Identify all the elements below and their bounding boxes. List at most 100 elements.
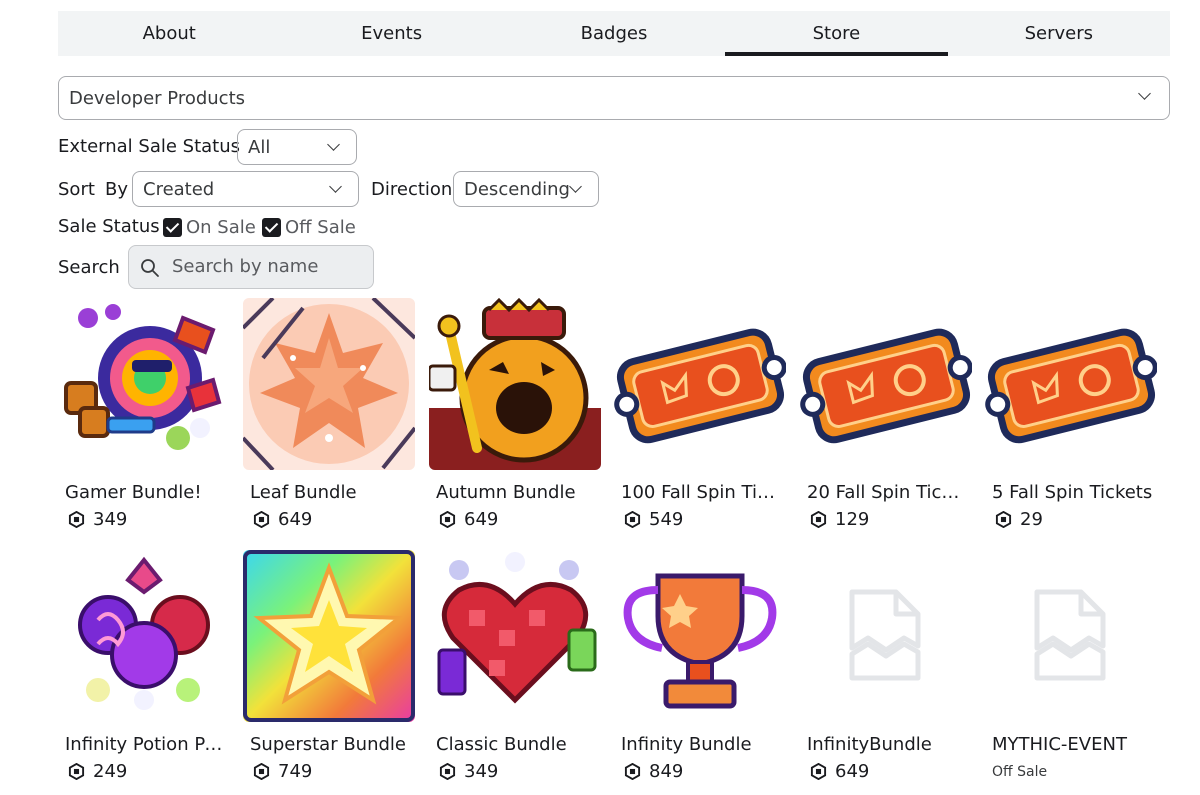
chevron-down-icon [569, 180, 582, 193]
item-name[interactable]: 20 Fall Spin Ticke… [807, 482, 969, 503]
price-value: 749 [278, 761, 313, 782]
placeholder-image-icon [1034, 589, 1106, 681]
potion-pack-icon [78, 556, 210, 710]
item-name[interactable]: Infinity Bundle [621, 734, 783, 755]
tab-label: Servers [1024, 23, 1094, 44]
item-name[interactable]: Leaf Bundle [250, 482, 412, 503]
chevron-down-icon [1138, 87, 1151, 100]
tab-label: About [142, 23, 196, 44]
on-sale-label[interactable]: On Sale [186, 217, 256, 238]
price-value: 349 [464, 761, 499, 782]
item-price: 349 [68, 509, 127, 530]
category-select[interactable]: Developer Products [58, 76, 1170, 120]
item-thumbnail[interactable] [614, 550, 786, 722]
price-value: 649 [835, 761, 870, 782]
item-name[interactable]: InfinityBundle [807, 734, 969, 755]
price-value: 249 [93, 761, 128, 782]
item-thumbnail[interactable] [800, 550, 972, 722]
search-field[interactable] [128, 245, 374, 289]
item-price: 349 [439, 761, 498, 782]
robux-icon [624, 511, 641, 528]
item-thumbnail[interactable] [429, 298, 601, 470]
search-input[interactable] [172, 256, 362, 277]
on-sale-checkbox[interactable] [163, 218, 182, 237]
price-value: 29 [1020, 509, 1043, 530]
ticket-icon [800, 328, 972, 444]
item-thumbnail[interactable] [614, 298, 786, 470]
item-name[interactable]: Classic Bundle [436, 734, 598, 755]
tab-label: Badges [580, 23, 648, 44]
robux-icon [68, 763, 85, 780]
robux-icon [68, 511, 85, 528]
item-name[interactable]: MYTHIC-EVENT [992, 734, 1154, 755]
item-thumbnail[interactable] [243, 550, 415, 722]
item-thumbnail[interactable] [429, 550, 601, 722]
item-price: 849 [624, 761, 683, 782]
leaf-bundle-icon [243, 298, 415, 470]
ticket-icon [614, 328, 786, 444]
external-sale-status-dropdown[interactable]: All [237, 129, 357, 165]
sort-label: Sort [58, 179, 95, 200]
search-label: Search [58, 257, 120, 278]
item-name[interactable]: 100 Fall Spin Tick… [621, 482, 783, 503]
robux-icon [439, 763, 456, 780]
sort-by-label: By [105, 179, 129, 200]
item-name[interactable]: 5 Fall Spin Tickets [992, 482, 1154, 503]
robux-icon [439, 511, 456, 528]
autumn-bundle-icon [429, 298, 601, 470]
robux-icon [253, 511, 270, 528]
price-value: 349 [93, 509, 128, 530]
price-value: 649 [464, 509, 499, 530]
tab-label: Store [812, 23, 861, 44]
tab-servers[interactable]: Servers [948, 11, 1170, 56]
item-name[interactable]: Gamer Bundle! [65, 482, 227, 503]
item-name[interactable]: Superstar Bundle [250, 734, 412, 755]
robux-icon [995, 511, 1012, 528]
tab-events[interactable]: Events [280, 11, 502, 56]
placeholder-image-icon [849, 589, 921, 681]
trophy-icon [623, 573, 777, 709]
tab-store[interactable]: Store [725, 11, 949, 56]
item-price: 649 [810, 761, 869, 782]
price-value: 549 [649, 509, 684, 530]
item-price: 749 [253, 761, 312, 782]
item-thumbnail[interactable] [985, 298, 1157, 470]
tab-label: Events [361, 23, 423, 44]
superstar-icon [243, 550, 415, 722]
off-sale-checkbox[interactable] [262, 218, 281, 237]
item-name[interactable]: Infinity Potion Pa… [65, 734, 227, 755]
item-thumbnail[interactable] [243, 298, 415, 470]
price-value: 849 [649, 761, 684, 782]
item-name[interactable]: Autumn Bundle [436, 482, 598, 503]
sale-status-label: Sale Status [58, 216, 160, 237]
direction-label: Direction [371, 179, 453, 200]
item-thumbnail[interactable] [58, 550, 230, 722]
off-sale-label[interactable]: Off Sale [285, 217, 356, 238]
external-sale-status-value: All [248, 136, 271, 158]
item-price: 649 [439, 509, 498, 530]
robux-icon [810, 763, 827, 780]
item-thumbnail[interactable] [58, 298, 230, 470]
item-thumbnail[interactable] [985, 550, 1157, 722]
robux-icon [253, 763, 270, 780]
price-value: 129 [835, 509, 870, 530]
sort-by-value: Created [143, 178, 215, 200]
external-sale-status-label: External Sale Status [58, 136, 241, 157]
gamer-bundle-icon [64, 304, 222, 450]
tab-badges[interactable]: Badges [503, 11, 725, 56]
classic-heart-icon [437, 552, 597, 704]
item-price: 549 [624, 509, 683, 530]
category-value: Developer Products [69, 87, 246, 109]
off-sale-status: Off Sale [992, 764, 1048, 780]
item-price: 129 [810, 509, 869, 530]
chevron-down-icon [327, 138, 340, 151]
sort-by-dropdown[interactable]: Created [132, 171, 359, 207]
robux-icon [810, 511, 827, 528]
robux-icon [624, 763, 641, 780]
item-price: 649 [253, 509, 312, 530]
direction-dropdown[interactable]: Descending [453, 171, 599, 207]
chevron-down-icon [329, 180, 342, 193]
tab-about[interactable]: About [58, 11, 280, 56]
price-value: 649 [278, 509, 313, 530]
item-thumbnail[interactable] [800, 298, 972, 470]
